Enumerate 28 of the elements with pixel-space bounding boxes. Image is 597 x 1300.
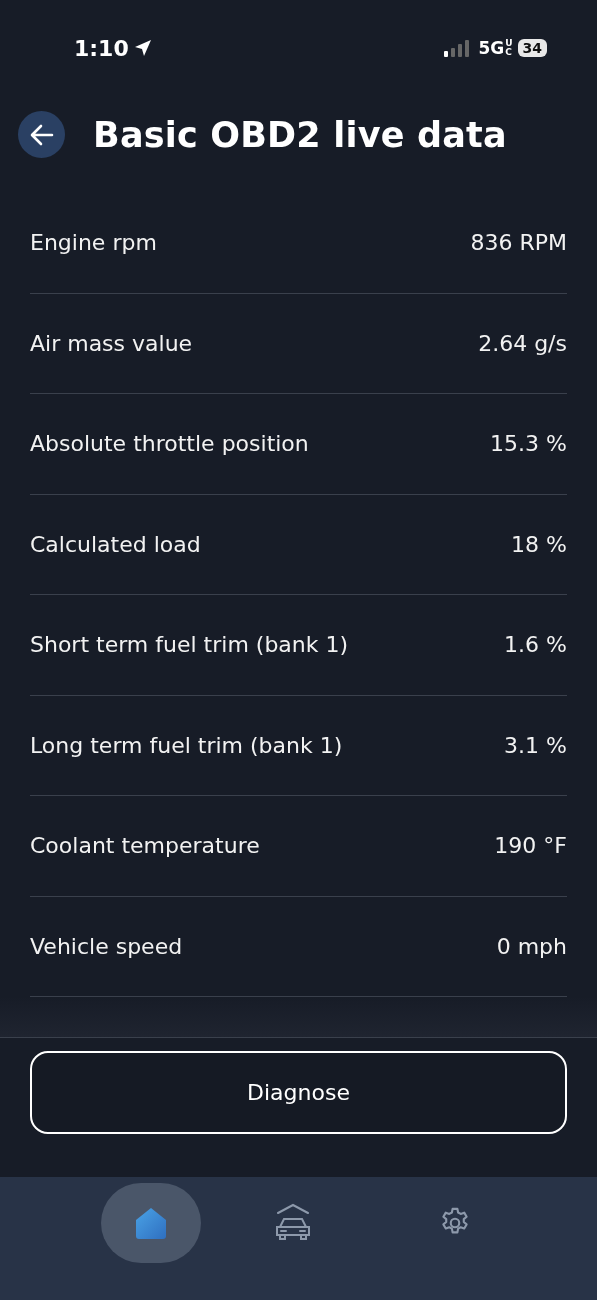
data-value: 190 °F [494,833,567,859]
data-value: 3.1 % [504,732,567,758]
page-title: Basic OBD2 live data [93,114,507,155]
back-button[interactable] [18,111,65,158]
data-value: 836 RPM [470,230,567,256]
data-label: Air mass value [30,330,193,356]
home-icon [134,1205,168,1240]
battery-level: 34 [517,39,547,57]
data-label: Absolute throttle position [30,431,309,457]
data-value: 1.6 % [504,632,567,658]
data-label: Short term fuel trim (bank 1) [30,632,349,658]
data-value: 18 % [511,531,567,557]
data-label: Calculated load [30,531,201,557]
back-arrow-icon [29,123,54,146]
network-label: 5G [478,38,505,58]
data-label: Engine rpm [30,230,157,256]
data-value: 15.3 % [490,431,567,457]
data-label: Vehicle speed [30,933,183,959]
data-value: 2.64 g/s [478,330,567,356]
data-label: Coolant temperature [30,833,260,859]
data-value: 0 mph [496,933,567,959]
diagnose-button[interactable]: Diagnose [30,1051,567,1134]
data-label: Long term fuel trim (bank 1) [30,732,343,758]
car-garage-icon [273,1202,313,1243]
network-type-label: UC [505,39,512,57]
signal-icon [444,39,471,57]
clock-time: 1:10 [74,35,129,61]
location-arrow-icon [133,39,152,57]
